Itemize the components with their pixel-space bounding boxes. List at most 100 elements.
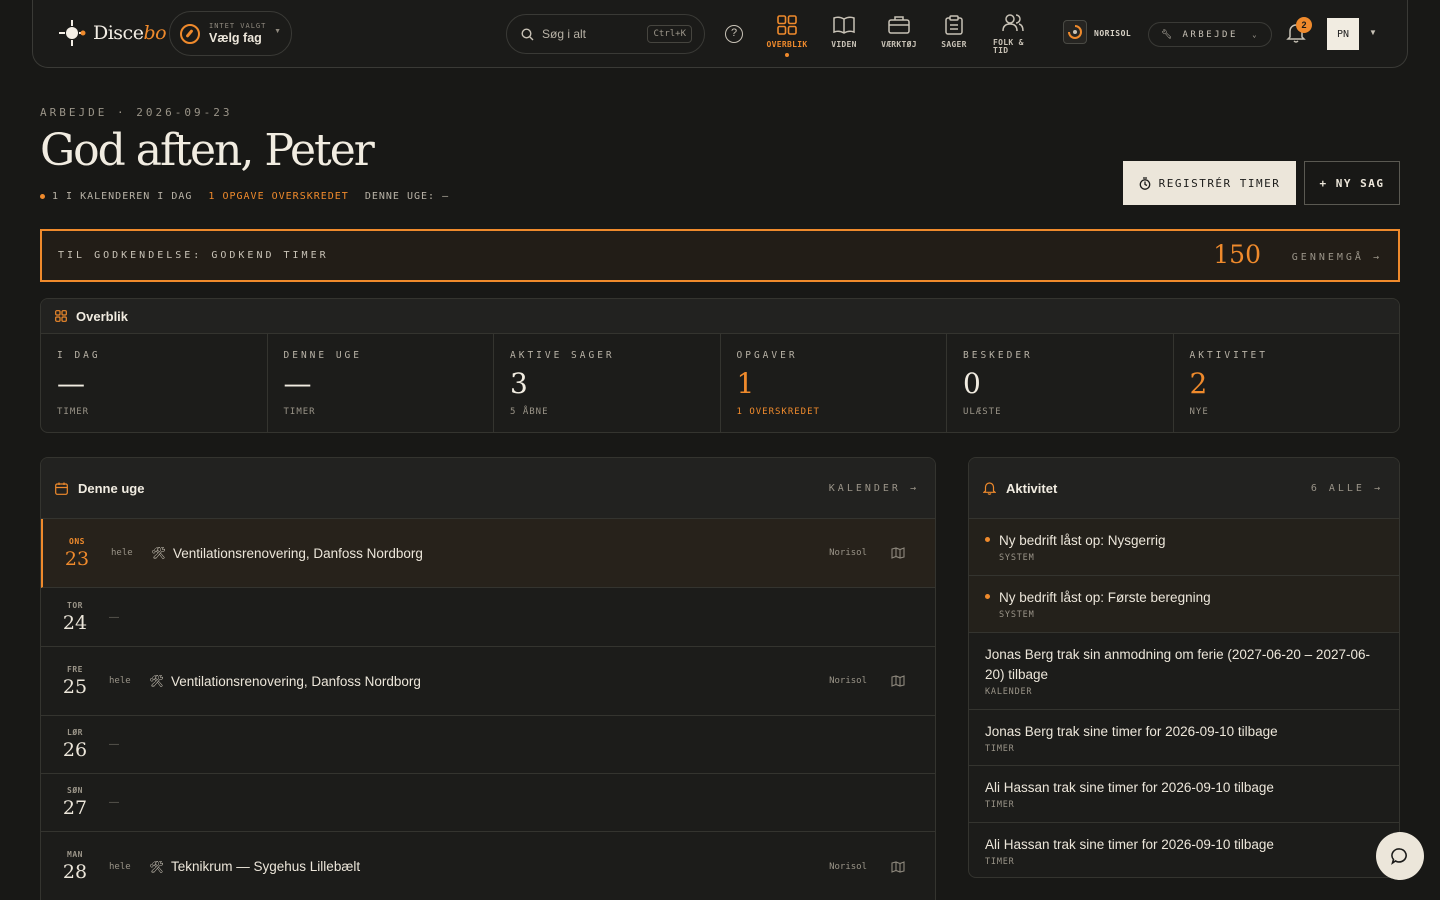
app-logo[interactable]: Discebo xyxy=(57,18,167,48)
search-icon xyxy=(521,27,534,40)
stat-sub: 5 ÅBNE xyxy=(510,407,549,417)
people-icon xyxy=(1002,14,1024,32)
map-icon[interactable] xyxy=(891,675,905,687)
stat-key: DENNE UGE xyxy=(283,350,362,361)
day-summary: 1 I KALENDEREN I DAG 1 OPGAVE OVERSKREDE… xyxy=(40,191,465,202)
stat-today[interactable]: I DAG — TIMER xyxy=(41,334,268,432)
event-org: Norisol xyxy=(829,548,867,558)
stats-row: I DAG — TIMER DENNE UGE — TIMER AKTIVE S… xyxy=(41,334,1399,432)
empty-day-dash: — xyxy=(109,611,119,623)
mode-selector[interactable]: 🔧︎ ARBEJDE ⌄ xyxy=(1148,22,1272,47)
subject-picker[interactable]: INTET VALGT Vælg fag ▼ xyxy=(169,11,292,56)
stat-activity[interactable]: AKTIVITET 2 NYE xyxy=(1174,334,1400,432)
help-icon[interactable]: ? xyxy=(725,25,743,43)
map-icon[interactable] xyxy=(891,860,905,873)
logo-text: Discebo xyxy=(93,22,167,44)
day-row-ons[interactable]: ONS 23 hele 🛠︎ Ventilationsrenovering, D… xyxy=(41,519,935,588)
search-placeholder: Søg i alt xyxy=(542,27,587,41)
this-week-title: Denne uge xyxy=(78,480,145,496)
summary-overdue[interactable]: 1 OPGAVE OVERSKREDET xyxy=(208,191,348,202)
avatar-menu-caret-icon[interactable]: ▼ xyxy=(1369,28,1377,37)
stat-tasks[interactable]: OPGAVER 1 1 OVERSKREDET xyxy=(721,334,947,432)
search-shortcut: Ctrl+K xyxy=(647,25,692,43)
this-week-card: Denne uge KALENDER → ONS 23 hele 🛠︎ Vent… xyxy=(40,457,936,900)
organization-logo[interactable] xyxy=(1063,20,1087,44)
activity-source: SYSTEM xyxy=(999,610,1035,620)
logo-mark-icon xyxy=(59,20,86,46)
search-input[interactable]: Søg i alt Ctrl+K xyxy=(506,14,705,54)
nav-overblik[interactable]: OVERBLIK xyxy=(760,15,814,57)
activity-card: Aktivitet 6 ALLE → Ny bedrift låst op: N… xyxy=(968,457,1400,878)
activity-source: TIMER xyxy=(985,800,1015,810)
event-title[interactable]: Ventilationsrenovering, Danfoss Nordborg xyxy=(171,674,421,689)
activity-item[interactable]: Ali Hassan trak sine timer for 2026-09-1… xyxy=(969,766,1399,823)
register-hours-button[interactable]: REGISTRÉR TIMER xyxy=(1123,161,1296,205)
stat-active-cases[interactable]: AKTIVE SAGER 3 5 ÅBNE xyxy=(494,334,721,432)
nav-sager[interactable]: SAGER xyxy=(927,15,981,49)
day-row-man[interactable]: MAN 28 hele 🛠︎ Teknikrum — Sygehus Lille… xyxy=(41,832,935,900)
activity-text: Ali Hassan trak sine timer for 2026-09-1… xyxy=(985,837,1274,852)
activity-text: Ali Hassan trak sine timer for 2026-09-1… xyxy=(985,780,1274,795)
avatar[interactable]: PN xyxy=(1327,18,1359,50)
activity-text: Ny bedrift låst op: Første beregning xyxy=(999,590,1211,605)
calendar-icon xyxy=(55,482,68,495)
empty-day-dash: — xyxy=(109,797,119,808)
day-row-soen[interactable]: SØN 27 — xyxy=(41,774,935,832)
calendar-link[interactable]: KALENDER → xyxy=(829,483,919,494)
stat-value: 0 xyxy=(963,367,981,400)
stat-messages[interactable]: BESKEDER 0 ULÆSTE xyxy=(947,334,1174,432)
stat-sub: NYE xyxy=(1189,407,1209,417)
day-name: FRE xyxy=(67,664,83,674)
activity-item[interactable]: Ny bedrift låst op: Nysgerrig SYSTEM xyxy=(969,519,1399,576)
all-day-label: hele xyxy=(111,548,133,558)
activity-item[interactable]: Jonas Berg trak sin anmodning om ferie (… xyxy=(969,633,1399,710)
stat-key: BESKEDER xyxy=(963,350,1033,361)
activity-item[interactable]: Ny bedrift låst op: Første beregning SYS… xyxy=(969,576,1399,633)
map-icon[interactable] xyxy=(891,547,905,559)
overview-card: Overblik I DAG — TIMER DENNE UGE — TIMER… xyxy=(40,298,1400,433)
bell-icon xyxy=(983,482,996,495)
stat-this-week[interactable]: DENNE UGE — TIMER xyxy=(268,334,494,432)
day-row-fre[interactable]: FRE 25 hele 🛠︎ Ventilationsrenovering, D… xyxy=(41,647,935,716)
approval-banner[interactable]: TIL GODKENDELSE: GODKEND TIMER 150 GENNE… xyxy=(40,229,1400,282)
nav-vaerktoej[interactable]: VÆRKTØJ xyxy=(872,15,926,49)
all-day-label: hele xyxy=(109,676,131,686)
day-row-tor[interactable]: TOR 24 — xyxy=(41,588,935,647)
day-row-loer[interactable]: LØR 26 — xyxy=(41,716,935,774)
nav-label: SAGER xyxy=(941,40,967,49)
grid-icon xyxy=(55,310,67,322)
review-link[interactable]: GENNEMGÅ → xyxy=(1292,252,1382,263)
activity-item[interactable]: Jonas Berg trak sine timer for 2026-09-1… xyxy=(969,710,1399,766)
nav-folk-og-tid[interactable]: FOLK & TID xyxy=(988,13,1038,55)
nav-label: FOLK & TID xyxy=(993,38,1024,55)
nav-label: VÆRKTØJ xyxy=(881,40,917,49)
stopwatch-icon xyxy=(1139,176,1150,190)
stat-sub: ULÆSTE xyxy=(963,407,1002,417)
notification-badge: 2 xyxy=(1296,17,1312,33)
all-activity-link[interactable]: 6 ALLE → xyxy=(1311,483,1383,494)
event-title[interactable]: Ventilationsrenovering, Danfoss Nordborg xyxy=(173,546,423,561)
wrench-icon: 🔧︎ xyxy=(1161,29,1173,40)
summary-calendar[interactable]: 1 I KALENDEREN I DAG xyxy=(52,191,192,202)
chat-button[interactable] xyxy=(1376,832,1424,880)
day-name: MAN xyxy=(67,850,83,859)
organization-name: NORISOL xyxy=(1094,29,1132,38)
day-date: 27 xyxy=(62,797,88,819)
activity-item[interactable]: Ali Hassan trak sine timer for 2026-09-1… xyxy=(969,823,1399,877)
day-date: 24 xyxy=(62,611,88,634)
unread-dot xyxy=(985,594,990,599)
unread-dot xyxy=(985,537,990,542)
empty-day-dash: — xyxy=(109,739,119,750)
event-title[interactable]: Teknikrum — Sygehus Lillebælt xyxy=(171,859,360,874)
nav-viden[interactable]: VIDEN xyxy=(817,15,871,49)
activity-source: TIMER xyxy=(985,744,1015,754)
activity-text: Jonas Berg trak sine timer for 2026-09-1… xyxy=(985,724,1278,739)
org-swirl-icon xyxy=(1068,25,1082,39)
new-case-button[interactable]: + NY SAG xyxy=(1304,161,1400,205)
day-date: 28 xyxy=(62,861,88,883)
day-name: ONS xyxy=(69,536,85,546)
activity-source: KALENDER xyxy=(985,687,1033,697)
nav-label: VIDEN xyxy=(831,40,857,49)
day-name: TOR xyxy=(67,600,83,610)
activity-source: TIMER xyxy=(985,857,1015,867)
